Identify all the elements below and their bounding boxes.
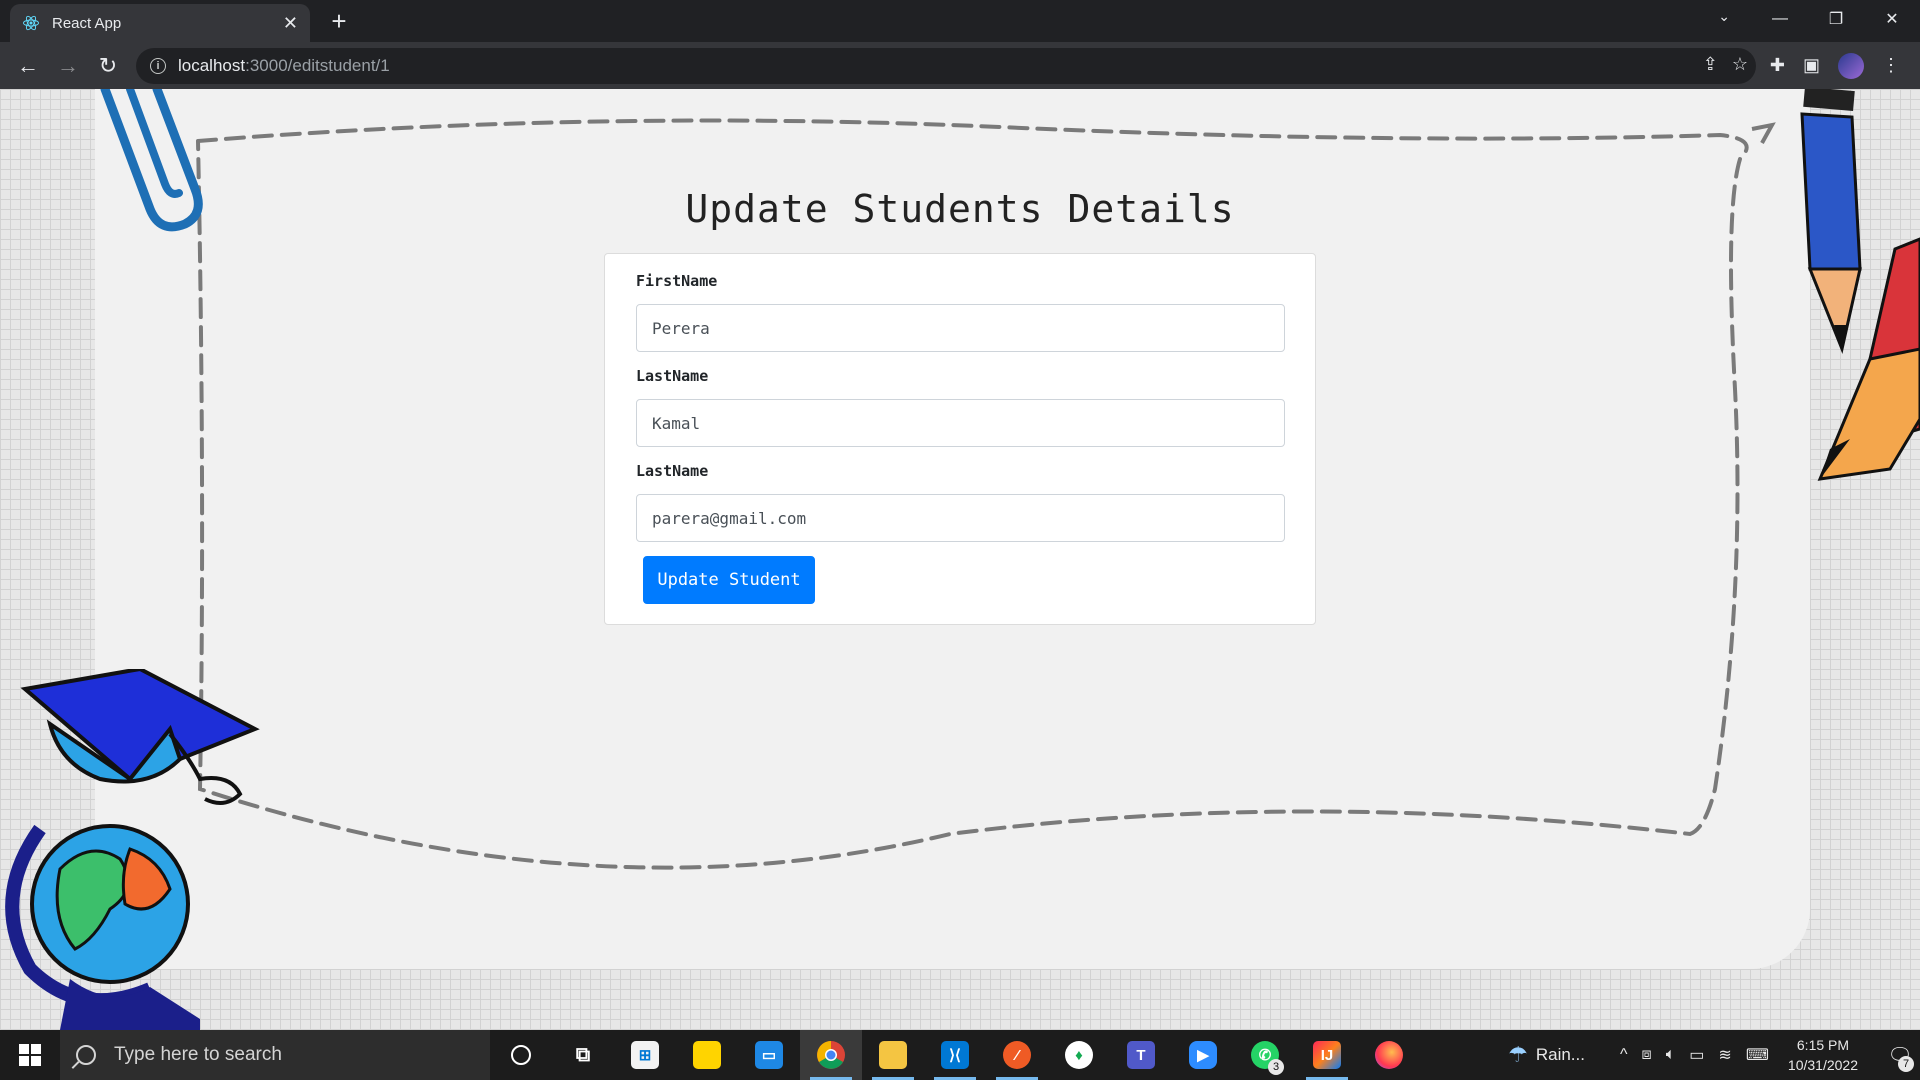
- tab-title: React App: [52, 14, 122, 32]
- taskbar-clock[interactable]: 6:15 PM 10/31/2022: [1788, 1035, 1858, 1075]
- profile-avatar[interactable]: [1838, 52, 1864, 79]
- url-host: localhost: [178, 56, 246, 75]
- cortana-icon[interactable]: [490, 1030, 552, 1080]
- window-controls: — ❐ ✕: [1752, 0, 1920, 38]
- last-name-input[interactable]: [636, 399, 1285, 447]
- bookmark-star-icon[interactable]: ☆: [1732, 54, 1748, 75]
- taskbar-search-box[interactable]: Type here to search: [60, 1030, 490, 1080]
- chrome-icon[interactable]: [800, 1030, 862, 1080]
- url-path: :3000/editstudent/1: [245, 56, 390, 75]
- browser-tab[interactable]: React App ✕: [10, 4, 310, 42]
- zoom-icon[interactable]: ▶: [1172, 1030, 1234, 1080]
- browser-titlebar: React App ✕ + ⌄ — ❐ ✕: [0, 0, 1920, 42]
- search-icon: [76, 1045, 96, 1065]
- taskbar-search-placeholder: Type here to search: [114, 1044, 282, 1065]
- whatsapp-icon[interactable]: ✆ 3: [1234, 1030, 1296, 1080]
- menu-kebab-icon[interactable]: ⋮: [1882, 55, 1900, 76]
- first-name-label: FirstName: [636, 272, 718, 290]
- windows-start-icon[interactable]: [0, 1030, 60, 1080]
- globe-icon: [5, 824, 200, 1030]
- update-student-button[interactable]: Update Student: [643, 556, 815, 604]
- wifi-icon[interactable]: ≋: [1718, 1045, 1731, 1065]
- windows-taskbar: Type here to search ⧉ ⊞ ▭ ⟩⟨ ⁄ ♦ T ▶ ✆ 3…: [0, 1030, 1920, 1080]
- side-panel-icon[interactable]: ▣: [1803, 55, 1820, 76]
- network-adapter-icon[interactable]: ⧈: [1642, 1046, 1652, 1064]
- site-info-icon[interactable]: i: [150, 58, 166, 74]
- first-name-input[interactable]: [636, 304, 1285, 352]
- page-viewport: Update Students Details FirstName LastNa…: [0, 89, 1920, 1030]
- email-input[interactable]: [636, 494, 1285, 542]
- notifications-icon[interactable]: 🗨︎ 7: [1880, 1030, 1920, 1080]
- umbrella-rain-icon: ☂: [1508, 1042, 1528, 1067]
- file-explorer-icon[interactable]: [862, 1030, 924, 1080]
- laptop-app-icon[interactable]: ▭: [738, 1030, 800, 1080]
- task-view-icon[interactable]: ⧉: [552, 1030, 614, 1080]
- tab-search-icon[interactable]: ⌄: [1718, 8, 1730, 25]
- sticky-notes-icon[interactable]: [676, 1030, 738, 1080]
- minimize-icon[interactable]: —: [1752, 0, 1808, 38]
- volume-icon[interactable]: 🔈︎: [1666, 1046, 1676, 1064]
- firefox-icon[interactable]: [1358, 1030, 1420, 1080]
- system-tray: ☂ Rain... ^ ⧈ 🔈︎ ▭ ≋ ⌨ 6:15 PM 10/31/202…: [1508, 1030, 1920, 1080]
- keyboard-icon[interactable]: ⌨: [1746, 1045, 1769, 1065]
- clock-date: 10/31/2022: [1787, 1057, 1858, 1073]
- reload-icon[interactable]: ↻: [88, 46, 128, 86]
- whatsapp-badge: 3: [1268, 1059, 1284, 1075]
- graduation-cap-icon: [20, 669, 260, 805]
- student-form-card: FirstName LastName LastName Update Stude…: [604, 253, 1316, 625]
- extensions-icon[interactable]: ✚: [1770, 55, 1785, 76]
- address-bar[interactable]: i localhost:3000/editstudent/1 ⇪ ☆: [136, 48, 1756, 84]
- restore-icon[interactable]: ❐: [1808, 0, 1864, 38]
- share-icon[interactable]: ⇪: [1703, 54, 1718, 75]
- teams-icon[interactable]: T: [1110, 1030, 1172, 1080]
- react-icon: [22, 14, 40, 32]
- new-tab-button[interactable]: +: [324, 6, 354, 36]
- back-icon[interactable]: ←: [8, 46, 48, 86]
- clock-time: 6:15 PM: [1796, 1037, 1850, 1053]
- microsoft-store-icon[interactable]: ⊞: [614, 1030, 676, 1080]
- browser-toolbar: ← → ↻ i localhost:3000/editstudent/1 ⇪ ☆…: [0, 42, 1920, 89]
- tab-close-icon[interactable]: ✕: [283, 13, 298, 34]
- vscode-icon[interactable]: ⟩⟨: [924, 1030, 986, 1080]
- page-title: Update Students Details: [685, 187, 1235, 231]
- forward-icon[interactable]: →: [48, 46, 88, 86]
- mongodb-compass-icon[interactable]: ♦: [1048, 1030, 1110, 1080]
- battery-icon[interactable]: ▭: [1689, 1045, 1704, 1065]
- pencils-icon: [1800, 89, 1920, 481]
- notification-badge: 7: [1898, 1056, 1914, 1072]
- postman-icon[interactable]: ⁄: [986, 1030, 1048, 1080]
- weather-text: Rain...: [1535, 1045, 1585, 1064]
- show-hidden-icons-icon[interactable]: ^: [1620, 1046, 1628, 1064]
- close-window-icon[interactable]: ✕: [1864, 0, 1920, 38]
- weather-widget[interactable]: ☂ Rain...: [1508, 1042, 1585, 1068]
- email-label: LastName: [636, 462, 709, 480]
- last-name-label: LastName: [636, 367, 709, 385]
- intellij-icon[interactable]: IJ: [1296, 1030, 1358, 1080]
